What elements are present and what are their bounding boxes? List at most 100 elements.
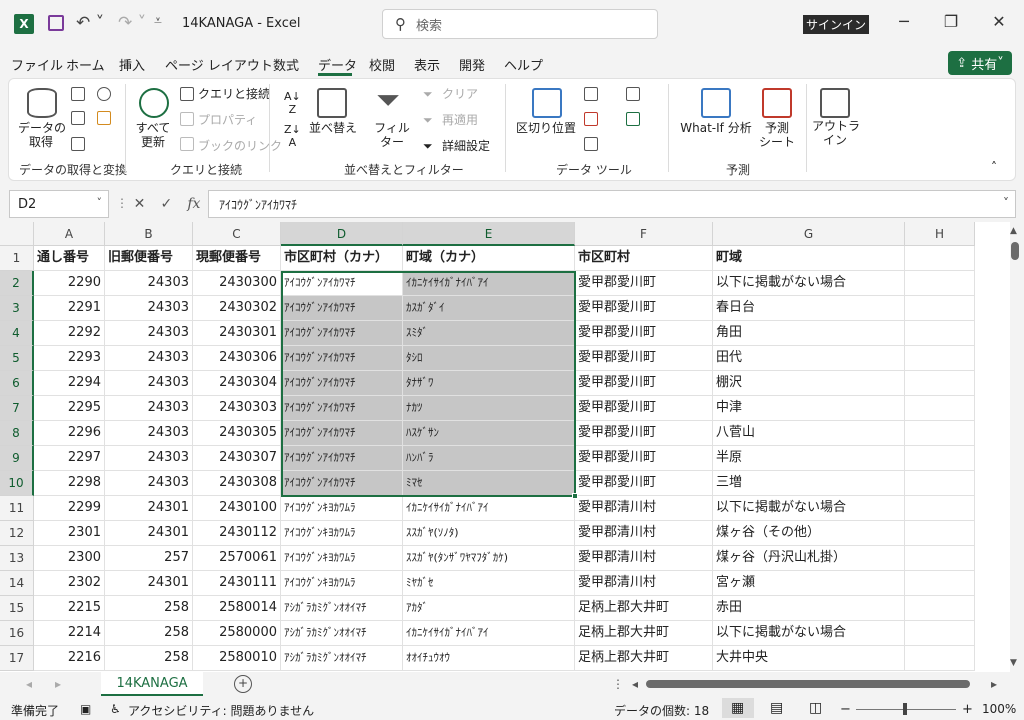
row-header[interactable]: 8: [0, 421, 34, 446]
table-cell[interactable]: [905, 396, 975, 421]
row-header[interactable]: 7: [0, 396, 34, 421]
table-cell[interactable]: 2430303: [193, 396, 281, 421]
row-header[interactable]: 2: [0, 271, 34, 296]
table-cell[interactable]: 角田: [713, 321, 905, 346]
collapse-ribbon-icon[interactable]: ˄: [991, 160, 997, 174]
table-cell[interactable]: ｵｵｲﾁｭｳｵｳ: [403, 646, 575, 671]
page-layout-view-icon[interactable]: ▤: [770, 700, 783, 716]
table-cell[interactable]: 2430100: [193, 496, 281, 521]
table-cell[interactable]: 愛甲郡愛川町: [575, 421, 713, 446]
table-cell[interactable]: 24301: [105, 521, 193, 546]
table-cell[interactable]: 以下に掲載がない場合: [713, 621, 905, 646]
table-cell[interactable]: 24303: [105, 396, 193, 421]
scroll-up-icon[interactable]: ▲: [1010, 226, 1017, 236]
table-cell[interactable]: ｱｲｺｳｸﾞﾝｷﾖｶﾜﾑﾗ: [281, 546, 403, 571]
recent-sources-icon[interactable]: [97, 87, 111, 101]
tab-formulas[interactable]: 数式: [273, 55, 299, 74]
table-cell[interactable]: [905, 571, 975, 596]
table-cell[interactable]: 中津: [713, 396, 905, 421]
close-button[interactable]: ✕: [984, 12, 1014, 31]
column-header-D[interactable]: D: [281, 222, 403, 246]
table-cell[interactable]: 2300: [34, 546, 105, 571]
row-header[interactable]: 13: [0, 546, 34, 571]
expand-formula-icon[interactable]: ˅: [1003, 196, 1009, 210]
outline-button[interactable]: アウトラ イン: [812, 119, 860, 147]
table-cell[interactable]: 24303: [105, 421, 193, 446]
row-header[interactable]: 15: [0, 596, 34, 621]
column-header-A[interactable]: A: [34, 222, 105, 246]
table-cell[interactable]: 24301: [105, 496, 193, 521]
table-cell[interactable]: 田代: [713, 346, 905, 371]
quick-access-more-icon[interactable]: ⩡: [154, 13, 162, 29]
table-cell[interactable]: 煤ヶ谷（丹沢山札掛）: [713, 546, 905, 571]
table-cell[interactable]: 半原: [713, 446, 905, 471]
table-cell[interactable]: 24303: [105, 271, 193, 296]
table-cell[interactable]: 愛甲郡愛川町: [575, 271, 713, 296]
row-header[interactable]: 16: [0, 621, 34, 646]
table-cell[interactable]: ｱｲｺｳｸﾞﾝｱｲｶﾜﾏﾁ: [281, 446, 403, 471]
table-cell[interactable]: 2301: [34, 521, 105, 546]
header-cell[interactable]: [905, 246, 975, 271]
table-cell[interactable]: 足柄上郡大井町: [575, 596, 713, 621]
table-cell[interactable]: ｽｽｶﾞﾔ(ﾀﾝｻﾞﾜﾔﾏﾌﾀﾞｶｹ): [403, 546, 575, 571]
table-cell[interactable]: 足柄上郡大井町: [575, 621, 713, 646]
table-cell[interactable]: 愛甲郡清川村: [575, 546, 713, 571]
row-header[interactable]: 3: [0, 296, 34, 321]
zoom-slider-thumb[interactable]: [903, 703, 907, 715]
table-cell[interactable]: ｱｲｺｳｸﾞﾝｱｲｶﾜﾏﾁ: [281, 421, 403, 446]
scroll-left-icon[interactable]: ◂: [632, 677, 638, 691]
restore-button[interactable]: ❐: [936, 12, 966, 31]
clear-button[interactable]: クリア: [442, 87, 478, 101]
name-box[interactable]: D2 ˅: [9, 190, 109, 218]
tab-home[interactable]: ホーム: [66, 55, 105, 74]
header-cell[interactable]: 町域: [713, 246, 905, 271]
table-cell[interactable]: 24303: [105, 471, 193, 496]
worksheet-grid[interactable]: A B C D E F G H 1 通し番号 旧郵便番号 現郵便番号 市区町村（カナ） 町域（カナ） 市区町…: [0, 222, 1010, 672]
sort-za-icon[interactable]: Z↓ A: [284, 123, 301, 149]
table-cell[interactable]: ｱｲｺｳｸﾞﾝｱｲｶﾜﾏﾁ: [281, 346, 403, 371]
cancel-icon[interactable]: ✕: [134, 196, 146, 212]
relationships-icon[interactable]: [626, 112, 640, 126]
table-cell[interactable]: ﾐﾏｾ: [403, 471, 575, 496]
table-cell[interactable]: 24303: [105, 321, 193, 346]
table-cell[interactable]: 2430308: [193, 471, 281, 496]
table-cell[interactable]: ｲｶﾆｹｲｻｲｶﾞﾅｲﾊﾞｱｲ: [403, 271, 575, 296]
row-header[interactable]: 1: [0, 246, 34, 271]
redo-icon[interactable]: ↷ ˅: [118, 13, 146, 33]
search-box[interactable]: ⚲ 検索: [382, 9, 658, 39]
table-cell[interactable]: ﾀｼﾛ: [403, 346, 575, 371]
table-cell[interactable]: 棚沢: [713, 371, 905, 396]
header-cell[interactable]: 現郵便番号: [193, 246, 281, 271]
table-cell[interactable]: [905, 496, 975, 521]
table-cell[interactable]: 愛甲郡清川村: [575, 521, 713, 546]
save-icon[interactable]: [48, 15, 64, 31]
table-cell[interactable]: 2430304: [193, 371, 281, 396]
table-cell[interactable]: [905, 421, 975, 446]
table-cell[interactable]: 2295: [34, 396, 105, 421]
table-cell[interactable]: 足柄上郡大井町: [575, 646, 713, 671]
table-cell[interactable]: ｲｶﾆｹｲｻｲｶﾞﾅｲﾊﾞｱｲ: [403, 496, 575, 521]
tab-page-layout[interactable]: ページ レイアウト: [165, 55, 273, 74]
header-cell[interactable]: 通し番号: [34, 246, 105, 271]
table-cell[interactable]: 2430301: [193, 321, 281, 346]
share-button[interactable]: ⇪ 共有 ˅: [948, 51, 1012, 75]
tab-view[interactable]: 表示: [414, 55, 440, 74]
table-cell[interactable]: 春日台: [713, 296, 905, 321]
table-cell[interactable]: 2580010: [193, 646, 281, 671]
table-cell[interactable]: ﾅｶﾂ: [403, 396, 575, 421]
formula-input[interactable]: ｱｲｺｳｸﾞﾝｱｲｶﾜﾏﾁ ˅: [208, 190, 1016, 218]
table-cell[interactable]: [905, 546, 975, 571]
table-cell[interactable]: ｶｽｶﾞﾀﾞｲ: [403, 296, 575, 321]
table-cell[interactable]: 2297: [34, 446, 105, 471]
column-header-H[interactable]: H: [905, 222, 975, 246]
table-cell[interactable]: 愛甲郡愛川町: [575, 446, 713, 471]
scroll-right-icon[interactable]: ▸: [991, 677, 997, 691]
table-cell[interactable]: [905, 446, 975, 471]
enter-icon[interactable]: ✓: [160, 196, 172, 212]
table-cell[interactable]: [905, 521, 975, 546]
sheet-tab[interactable]: 14KANAGA: [101, 672, 203, 696]
table-cell[interactable]: [905, 271, 975, 296]
horizontal-scroll-thumb[interactable]: [646, 680, 970, 688]
tab-insert[interactable]: 挿入: [119, 55, 145, 74]
table-cell[interactable]: 2430302: [193, 296, 281, 321]
